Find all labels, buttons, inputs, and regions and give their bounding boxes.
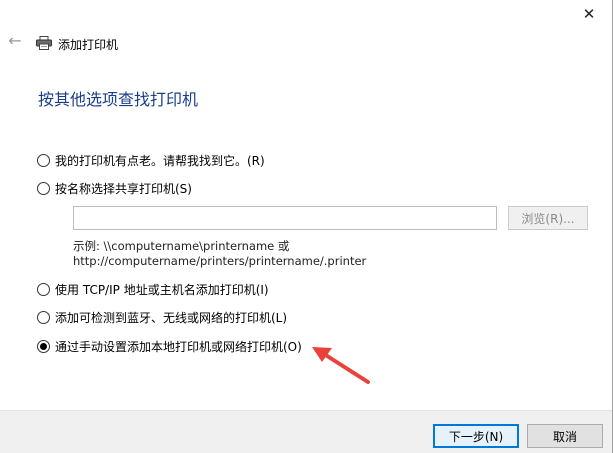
cancel-button[interactable]: 取消	[527, 424, 603, 448]
close-button[interactable]: ✕	[566, 0, 612, 28]
radio-bluetooth-wireless[interactable]	[37, 311, 50, 324]
radio-tcpip[interactable]	[37, 283, 50, 296]
back-button[interactable]: ←	[6, 32, 24, 50]
dialog-title: 添加打印机	[58, 38, 119, 52]
option-select-shared[interactable]: 按名称选择共享打印机(S)	[37, 180, 192, 197]
dialog-header: ← 添加打印机	[0, 28, 612, 60]
printer-icon	[36, 36, 52, 50]
add-printer-dialog: ✕ ← 添加打印机 按其他选项查找打印机 我的打印机有点老。请帮我找到它。(R)…	[0, 0, 613, 453]
shared-printer-name-input[interactable]	[73, 206, 497, 230]
back-arrow-icon: ←	[8, 31, 22, 50]
option-label: 按名称选择共享打印机(S)	[55, 182, 192, 196]
browse-button[interactable]: 浏览(R)...	[508, 206, 588, 230]
radio-select-shared[interactable]	[37, 182, 50, 195]
option-label: 使用 TCP/IP 地址或主机名添加打印机(I)	[55, 283, 269, 297]
example-text-line2: http://computername/printers/printername…	[73, 254, 367, 268]
close-icon: ✕	[582, 5, 596, 23]
next-button[interactable]: 下一步(N)	[433, 424, 519, 448]
option-printer-old[interactable]: 我的打印机有点老。请帮我找到它。(R)	[37, 152, 265, 169]
annotation-arrow-icon	[312, 347, 370, 384]
option-label: 我的打印机有点老。请帮我找到它。(R)	[55, 154, 265, 168]
option-bluetooth-wireless[interactable]: 添加可检测到蓝牙、无线或网络的打印机(L)	[37, 309, 287, 326]
option-tcpip[interactable]: 使用 TCP/IP 地址或主机名添加打印机(I)	[37, 281, 269, 298]
option-label: 通过手动设置添加本地打印机或网络打印机(O)	[55, 340, 302, 354]
option-label: 添加可检测到蓝牙、无线或网络的打印机(L)	[55, 311, 288, 325]
example-text-line1: 示例: \\computername\printername 或	[73, 239, 290, 253]
radio-printer-old[interactable]	[37, 154, 50, 167]
page-title: 按其他选项查找打印机	[38, 90, 199, 109]
dialog-footer: 下一步(N) 取消	[0, 410, 612, 453]
radio-manual-local[interactable]	[37, 340, 50, 353]
option-manual-local[interactable]: 通过手动设置添加本地打印机或网络打印机(O)	[37, 338, 302, 355]
